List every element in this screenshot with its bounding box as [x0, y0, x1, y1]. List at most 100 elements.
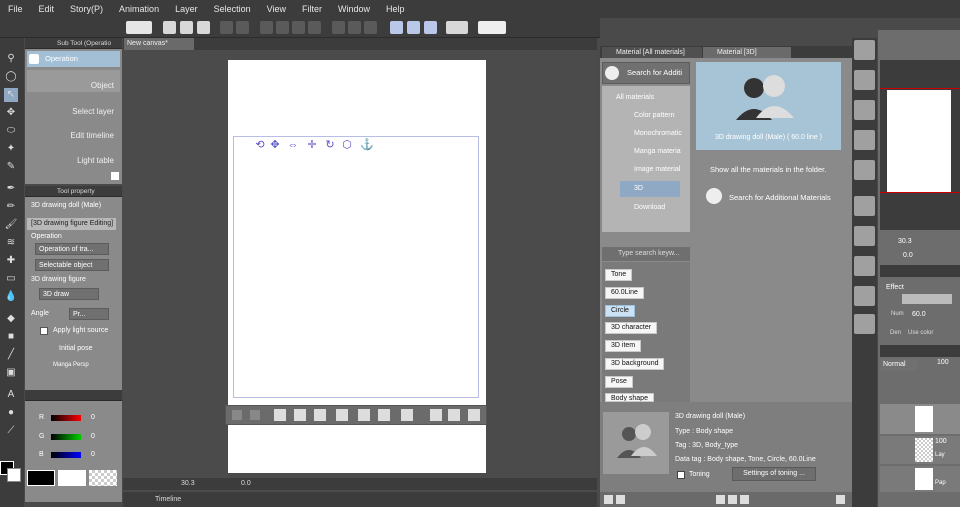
save-icon[interactable] [197, 21, 210, 34]
angle-value[interactable]: 0.0 [241, 480, 251, 487]
pose-material-icon[interactable] [274, 409, 286, 421]
material-image-icon[interactable] [854, 196, 875, 216]
frame-border-tool-icon[interactable]: ▣ [4, 366, 18, 380]
red-value[interactable]: 0 [91, 414, 95, 421]
invert-selection-icon[interactable] [348, 21, 361, 34]
material-3d-icon[interactable] [854, 226, 875, 246]
folder-icon[interactable] [604, 495, 613, 504]
initial-pose-label[interactable]: Initial pose [55, 343, 116, 355]
tag-tone[interactable]: Tone [605, 269, 633, 281]
subtool-edit-timeline[interactable]: Edit timeline [27, 120, 120, 142]
menu-file[interactable]: File [0, 4, 31, 14]
toning-checkbox[interactable] [677, 471, 685, 479]
auto-select-tool-icon[interactable]: ✦ [4, 142, 18, 156]
clear-icon[interactable] [260, 21, 273, 34]
transparent-color-preview[interactable] [89, 470, 117, 486]
crop-icon[interactable] [332, 21, 345, 34]
nav-zoom-value[interactable]: 30.3 [898, 238, 912, 245]
menu-window[interactable]: Window [330, 4, 378, 14]
material-download-icon[interactable] [854, 256, 875, 276]
search-additional-icon[interactable] [706, 188, 722, 204]
menu-animation[interactable]: Animation [111, 4, 167, 14]
material-manga-icon[interactable] [854, 160, 875, 180]
material-3d-selected-icon[interactable] [854, 314, 875, 334]
transform-icon[interactable] [276, 21, 289, 34]
tree-manga-material[interactable]: Manga materia [634, 144, 681, 160]
tree-monochromatic[interactable]: Monochromatic [634, 126, 682, 142]
tag-pose[interactable]: Pose [605, 376, 633, 388]
tree-all-materials[interactable]: All materials [616, 90, 654, 106]
tab-all-materials[interactable]: Material [All materials] [602, 47, 702, 58]
line-correction-tool-icon[interactable]: ⟋ [4, 424, 18, 438]
fill-icon[interactable] [292, 21, 305, 34]
material-pattern-icon[interactable] [854, 130, 875, 150]
eyedropper-tool-icon[interactable]: ✎ [4, 160, 18, 174]
operation-tool-icon[interactable]: ↖ [4, 88, 18, 102]
subtool-object[interactable]: Object [27, 70, 120, 92]
blend-tool-icon[interactable]: 💧 [4, 290, 18, 304]
subtool-select-layer[interactable]: Select layer [27, 96, 120, 118]
opacity-value[interactable]: 100 [937, 359, 949, 366]
gradient-tool-icon[interactable]: ■ [4, 330, 18, 344]
mirror-pose-icon[interactable] [401, 409, 413, 421]
main-color-preview[interactable] [27, 470, 55, 486]
tag-60line[interactable]: 60.0Line [605, 287, 644, 299]
angle-preset-field[interactable]: Pr... [69, 308, 109, 320]
paste-icon[interactable] [716, 495, 725, 504]
snap-ruler-icon[interactable] [390, 21, 403, 34]
tag-3d-item[interactable]: 3D item [605, 340, 642, 352]
thumbnail-view-icon[interactable] [740, 495, 749, 504]
selectable-object-dropdown[interactable]: Selectable object [35, 259, 109, 271]
zoom-value[interactable]: 30.3 [181, 480, 195, 487]
navigator-preview[interactable] [887, 90, 951, 192]
list-view-icon[interactable] [728, 495, 737, 504]
snap-grid-icon[interactable] [407, 21, 420, 34]
item-bank-icon[interactable] [854, 100, 875, 120]
ground-icon[interactable] [314, 409, 326, 421]
tab-3d-materials[interactable]: Material [3D] [703, 47, 791, 58]
selection-tool-icon[interactable]: ⬭ [4, 124, 18, 138]
register-pose-icon[interactable] [358, 409, 370, 421]
sub-color-swatch[interactable] [7, 468, 21, 482]
view-icon[interactable] [616, 495, 625, 504]
move-layer-tool-icon[interactable]: ✥ [4, 106, 18, 120]
effect-buttons[interactable] [902, 294, 952, 304]
tree-3d[interactable]: 3D [634, 181, 643, 197]
show-selection-icon[interactable] [364, 21, 377, 34]
blue-value[interactable]: 0 [91, 451, 95, 458]
fill-tool-icon[interactable]: ◆ [4, 312, 18, 326]
lock-joint-icon[interactable] [378, 409, 390, 421]
tag-3d-background[interactable]: 3D background [605, 358, 665, 370]
pencil-tool-icon[interactable]: ✏ [4, 200, 18, 214]
timeline-label[interactable]: Timeline [155, 492, 181, 507]
prev-object-icon[interactable] [232, 410, 242, 420]
subtool-light-table[interactable]: Light table [27, 145, 120, 167]
new-file-icon[interactable] [163, 21, 176, 34]
balloon-tool-icon[interactable]: ● [4, 406, 18, 420]
deselect-icon[interactable] [308, 21, 321, 34]
blend-mode-dropdown[interactable]: Normal [880, 359, 918, 371]
body-shape-icon[interactable] [336, 409, 348, 421]
open-file-icon[interactable] [180, 21, 193, 34]
menu-layer[interactable]: Layer [167, 4, 206, 14]
snap-perspective-icon[interactable] [424, 21, 437, 34]
pen-tool-icon[interactable]: ✒ [4, 182, 18, 196]
camera-rotate-icon[interactable]: ⟲ [254, 139, 266, 151]
next-object-icon[interactable] [250, 410, 260, 420]
menu-view[interactable]: View [259, 4, 294, 14]
text-tool-icon[interactable]: A [4, 388, 18, 402]
undo-icon[interactable] [220, 21, 233, 34]
camera-pan-icon[interactable]: ✥ [269, 139, 281, 151]
sub-color-preview[interactable] [58, 470, 86, 486]
menu-filter[interactable]: Filter [294, 4, 330, 14]
tag-search-input[interactable]: Type search keyw... [602, 247, 690, 261]
open-launcher-icon[interactable] [430, 409, 442, 421]
figure-body-shape-field[interactable]: 3D draw [39, 288, 99, 300]
brush-tool-icon[interactable]: 🖌 [4, 218, 18, 232]
search-additional-link[interactable]: Search for Additional Materials [729, 193, 831, 202]
nav-angle-value[interactable]: 0.0 [903, 252, 913, 259]
redo-icon[interactable] [236, 21, 249, 34]
object-ground-icon[interactable]: ⚓ [360, 139, 374, 151]
tree-image-material[interactable]: Image material [634, 162, 680, 178]
settings-menu-icon[interactable] [446, 21, 468, 34]
